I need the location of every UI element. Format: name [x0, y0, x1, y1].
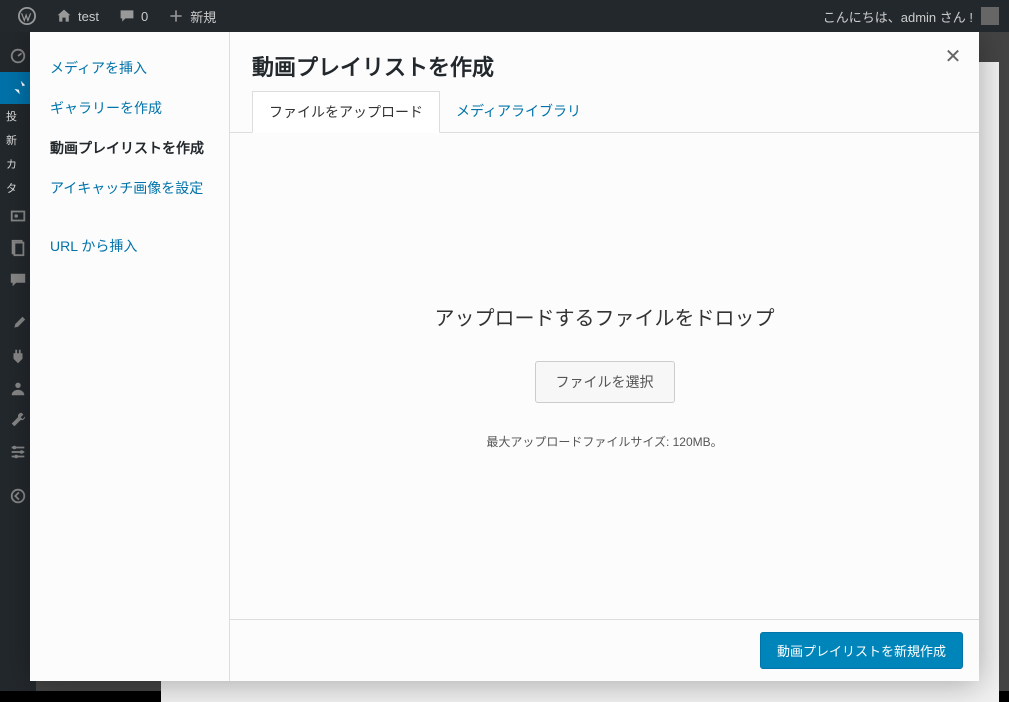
admin-bar: test 0 新規 こんにちは、admin さん ! — [0, 0, 1009, 32]
side-insert-media[interactable]: メディアを挿入 — [30, 48, 229, 88]
home-icon — [56, 8, 72, 24]
new-content-menu[interactable]: 新規 — [158, 0, 226, 32]
modal-footer: 動画プレイリストを新規作成 — [230, 619, 979, 681]
max-upload-size: 最大アップロードファイルサイズ: 120MB。 — [486, 433, 722, 450]
create-playlist-button[interactable]: 動画プレイリストを新規作成 — [760, 632, 963, 669]
wp-logo-menu[interactable] — [8, 0, 46, 32]
tab-upload-files[interactable]: ファイルをアップロード — [252, 91, 440, 133]
greeting-text[interactable]: こんにちは、admin さん ! — [823, 7, 973, 26]
media-modal: メディアを挿入 ギャラリーを作成 動画プレイリストを作成 アイキャッチ画像を設定… — [30, 30, 979, 681]
comments-menu[interactable]: 0 — [109, 0, 158, 32]
select-files-button[interactable]: ファイルを選択 — [535, 361, 675, 403]
side-insert-from-url[interactable]: URL から挿入 — [30, 226, 229, 266]
wordpress-icon — [18, 7, 36, 25]
new-label: 新規 — [190, 7, 216, 26]
side-create-video-playlist[interactable]: 動画プレイリストを作成 — [30, 128, 229, 168]
site-name-label: test — [78, 9, 99, 24]
modal-sidebar: メディアを挿入 ギャラリーを作成 動画プレイリストを作成 アイキャッチ画像を設定… — [30, 30, 230, 681]
plus-icon — [168, 8, 184, 24]
tab-media-library[interactable]: メディアライブラリ — [440, 91, 597, 133]
comment-icon — [119, 8, 135, 24]
avatar[interactable] — [981, 7, 999, 25]
upload-drop-area[interactable]: アップロードするファイルをドロップ ファイルを選択 最大アップロードファイルサイ… — [230, 133, 979, 619]
modal-title: 動画プレイリストを作成 — [252, 50, 957, 82]
side-set-featured[interactable]: アイキャッチ画像を設定 — [30, 168, 229, 208]
modal-overlay: メディアを挿入 ギャラリーを作成 動画プレイリストを作成 アイキャッチ画像を設定… — [0, 0, 1009, 691]
side-create-gallery[interactable]: ギャラリーを作成 — [30, 88, 229, 128]
site-name-menu[interactable]: test — [46, 0, 109, 32]
comments-count: 0 — [141, 9, 148, 24]
drop-instruction: アップロードするファイルをドロップ — [435, 302, 775, 331]
modal-tabs: ファイルをアップロード メディアライブラリ — [230, 90, 979, 133]
